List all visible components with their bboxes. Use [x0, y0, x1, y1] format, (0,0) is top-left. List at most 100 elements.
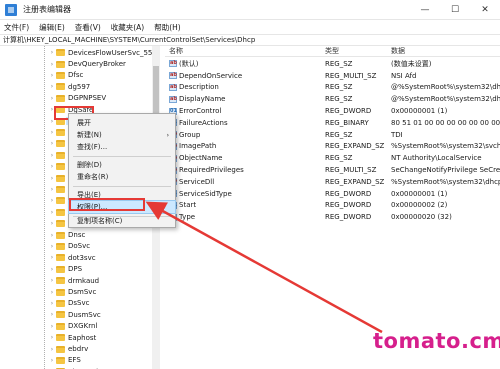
ctx-copy-key-name[interactable]: 复制项名称(C): [69, 215, 175, 227]
menu-favorites[interactable]: 收藏夹(A): [111, 22, 144, 33]
expand-chevron-icon[interactable]: ›: [49, 95, 55, 102]
tree-item[interactable]: › DusmSvc: [0, 309, 159, 320]
column-header-name[interactable]: 名称: [169, 46, 183, 56]
tree-item[interactable]: › DoSvc: [0, 241, 159, 252]
expand-chevron-icon[interactable]: ›: [49, 140, 55, 147]
tree-item[interactable]: › dg597: [0, 81, 159, 92]
expand-chevron-icon[interactable]: ›: [49, 311, 55, 318]
menu-help[interactable]: 帮助(H): [154, 22, 181, 33]
tree-item[interactable]: › DevQueryBroker: [0, 58, 159, 69]
expand-chevron-icon[interactable]: ›: [49, 49, 55, 56]
value-row[interactable]: ab (默认) REG_SZ (数值未设置): [165, 58, 500, 70]
tree-item[interactable]: › ebdrv: [0, 343, 159, 354]
ctx-delete[interactable]: 删除(D): [69, 159, 175, 171]
tree-item[interactable]: › DsmSvc: [0, 286, 159, 297]
value-name: ErrorControl: [179, 107, 222, 116]
folder-icon: [56, 322, 65, 330]
tree-item-label: DevicesFlowUserSvc_5578: [68, 48, 160, 57]
folder-icon: [56, 83, 65, 91]
ctx-find-label: 查找(F)...: [77, 143, 108, 151]
tree-item[interactable]: › Dfsc: [0, 70, 159, 81]
menu-file[interactable]: 文件(F): [4, 22, 29, 33]
tree-item[interactable]: › Dnsc: [0, 229, 159, 240]
folder-icon: [56, 197, 65, 205]
expand-chevron-icon[interactable]: ›: [49, 61, 55, 68]
value-row[interactable]: 01StartREG_DWORD0x00000002 (2): [165, 200, 500, 212]
folder-icon: [56, 356, 65, 364]
value-data: (数值未设置): [391, 59, 432, 68]
expand-chevron-icon[interactable]: ›: [49, 346, 55, 353]
value-row[interactable]: abImagePathREG_EXPAND_SZ%SystemRoot%\sys…: [165, 141, 500, 153]
tree-item[interactable]: › dot3svc: [0, 252, 159, 263]
ctx-delete-label: 删除(D): [77, 161, 102, 169]
expand-chevron-icon[interactable]: ›: [49, 220, 55, 227]
tree-item[interactable]: › drmkaud: [0, 275, 159, 286]
ctx-expand[interactable]: 展开: [69, 117, 175, 129]
expand-chevron-icon[interactable]: ›: [49, 357, 55, 364]
value-row[interactable]: 01FailureActionsREG_BINARY80 51 01 00 00…: [165, 117, 500, 129]
expand-chevron-icon[interactable]: ›: [49, 163, 55, 170]
value-type: REG_SZ: [325, 130, 353, 139]
expand-chevron-icon[interactable]: ›: [49, 232, 55, 239]
value-row[interactable]: abServiceDllREG_EXPAND_SZ%SystemRoot%\sy…: [165, 176, 500, 188]
expand-chevron-icon[interactable]: ›: [49, 152, 55, 159]
expand-chevron-icon[interactable]: ›: [49, 83, 55, 90]
minimize-button[interactable]: —: [410, 0, 440, 20]
value-row[interactable]: abObjectNameREG_SZNT Authority\LocalServ…: [165, 152, 500, 164]
tree-item-label: drmkaud: [68, 276, 100, 285]
value-row[interactable]: ab DisplayName REG_SZ @%SystemRoot%\system3…: [165, 93, 500, 105]
folder-icon: [56, 60, 65, 68]
tree-item-label: Eaphost: [68, 333, 97, 342]
expand-chevron-icon[interactable]: ›: [49, 254, 55, 261]
column-header-type[interactable]: 类型: [325, 46, 339, 56]
ctx-new[interactable]: 新建(N) ›: [69, 129, 175, 141]
tree-item[interactable]: › Eaphost: [0, 332, 159, 343]
expand-chevron-icon[interactable]: ›: [49, 289, 55, 296]
value-name: Description: [179, 83, 219, 92]
expand-chevron-icon[interactable]: ›: [49, 197, 55, 204]
menu-edit[interactable]: 编辑(E): [39, 22, 65, 33]
expand-chevron-icon[interactable]: ›: [49, 186, 55, 193]
menu-view[interactable]: 查看(V): [75, 22, 101, 33]
menu-bar: 文件(F) 编辑(E) 查看(V) 收藏夹(A) 帮助(H): [0, 20, 500, 34]
tree-item-label: DGPNPSEV: [68, 94, 107, 103]
value-row[interactable]: 01ServiceSidTypeREG_DWORD0x00000001 (1): [165, 188, 500, 200]
tree-item-label: EFS: [68, 356, 81, 365]
value-row[interactable]: 01TypeREG_DWORD0x00000020 (32): [165, 211, 500, 223]
value-name: ServiceDll: [179, 177, 215, 186]
expand-chevron-icon[interactable]: ›: [49, 300, 55, 307]
expand-chevron-icon[interactable]: ›: [49, 209, 55, 216]
tree-item[interactable]: › EFS: [0, 355, 159, 366]
expand-chevron-icon[interactable]: ›: [49, 175, 55, 182]
value-row[interactable]: ab DependOnService REG_MULTI_SZ NSI Afd: [165, 70, 500, 82]
tree-item[interactable]: › DPS: [0, 264, 159, 275]
ctx-separator: [73, 186, 171, 187]
value-data: %SystemRoot%\system32\svchost: [391, 142, 500, 151]
tree-item-label: DsmSvc: [68, 288, 97, 297]
expand-chevron-icon[interactable]: ›: [49, 72, 55, 79]
value-row[interactable]: abRequiredPrivilegesREG_MULTI_SZSeChange…: [165, 164, 500, 176]
tree-item[interactable]: › DevicesFlowUserSvc_5578: [0, 47, 160, 58]
value-data: 0x00000002 (2): [391, 201, 448, 210]
close-button[interactable]: ✕: [470, 0, 500, 20]
expand-chevron-icon[interactable]: ›: [49, 277, 55, 284]
tree-item[interactable]: › DGPNPSEV: [0, 93, 159, 104]
expand-chevron-icon[interactable]: ›: [49, 243, 55, 250]
expand-chevron-icon[interactable]: ›: [49, 323, 55, 330]
address-bar[interactable]: 计算机\HKEY_LOCAL_MACHINE\SYSTEM\CurrentCon…: [0, 34, 500, 46]
value-row[interactable]: abGroupREG_SZTDI: [165, 129, 500, 141]
column-header-data[interactable]: 数据: [391, 46, 405, 56]
value-data: 80 51 01 00 00 00 00 00 00 00 00 0: [391, 118, 500, 127]
expand-chevron-icon[interactable]: ›: [49, 266, 55, 273]
ctx-rename[interactable]: 重命名(R): [69, 171, 175, 183]
tree-item[interactable]: › DsSvc: [0, 298, 159, 309]
value-row[interactable]: ab Description REG_SZ @%SystemRoot%\system3…: [165, 82, 500, 94]
tree-item[interactable]: › DXGKrnl: [0, 321, 159, 332]
maximize-button[interactable]: ☐: [440, 0, 470, 20]
value-row[interactable]: 01 ErrorControl REG_DWORD 0x00000001 (1): [165, 105, 500, 117]
tree-item-label: dg597: [68, 82, 91, 91]
expand-chevron-icon[interactable]: ›: [49, 129, 55, 136]
value-data: %SystemRoot%\system32\dhcpcor: [391, 177, 500, 186]
expand-chevron-icon[interactable]: ›: [49, 334, 55, 341]
ctx-find[interactable]: 查找(F)...: [69, 141, 175, 153]
